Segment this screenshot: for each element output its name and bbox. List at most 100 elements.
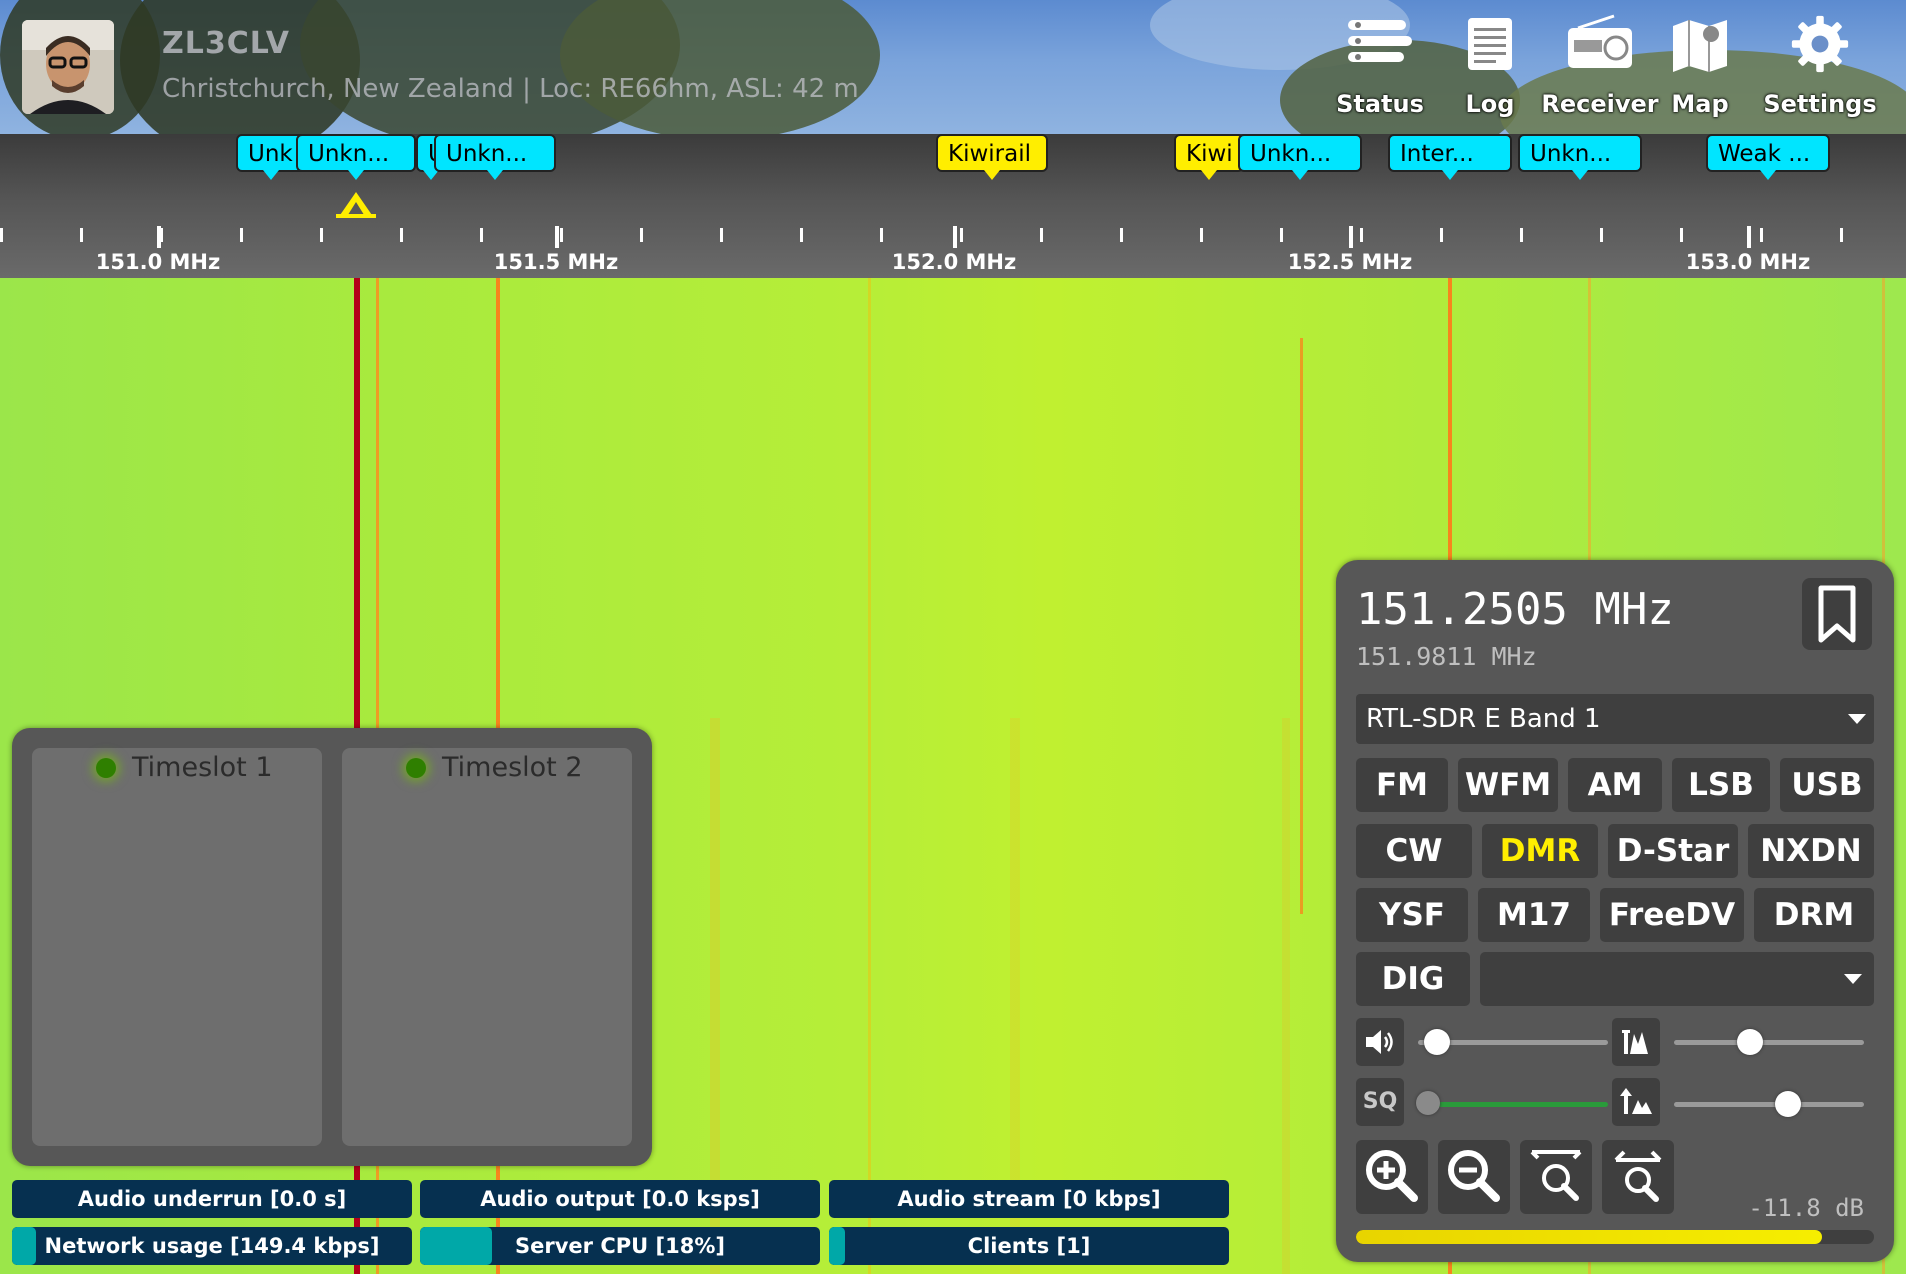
range-slider[interactable] (1674, 1102, 1864, 1107)
status-button[interactable]: Status (1330, 14, 1430, 124)
mode-ysf-button[interactable]: YSF (1356, 888, 1468, 942)
zoom-to-signal-button[interactable] (1520, 1140, 1592, 1214)
radio-icon (1568, 14, 1632, 68)
bookmark[interactable]: Kiwi (1174, 134, 1244, 180)
range-icon (1620, 1088, 1652, 1114)
scale-tick (720, 228, 723, 242)
scale-tick (1760, 228, 1763, 242)
bookmark[interactable]: Unkn... (1238, 134, 1362, 180)
squelch-slider-handle[interactable] (1415, 1091, 1440, 1115)
tree-foliage (560, 0, 880, 134)
timeslot-2-label: Timeslot 2 (442, 752, 583, 783)
bookmark-button[interactable] (1802, 578, 1872, 650)
bookmark[interactable]: Weak ... (1706, 134, 1830, 180)
scale-tick (640, 228, 643, 242)
zoom-reset-button[interactable] (1602, 1140, 1674, 1214)
receiver-panel: 151.2505 MHz 151.9811 MHz RTL-SDR E Band… (1336, 560, 1894, 1262)
bookmark[interactable]: Unkn... (1518, 134, 1642, 180)
mode-dmr-button[interactable]: DMR (1482, 824, 1598, 878)
dmr-panel: Timeslot 1 Timeslot 2 (12, 728, 652, 1166)
range-slider-handle[interactable] (1775, 1091, 1801, 1117)
log-icon (1468, 18, 1512, 70)
receiver-button[interactable]: Receiver (1541, 14, 1659, 124)
status-icon (1348, 20, 1412, 62)
map-button-label: Map (1671, 90, 1729, 118)
network-usage-label: Network usage [149.4 kbps] (44, 1234, 380, 1258)
mode-lsb-button[interactable]: LSB (1672, 758, 1770, 812)
audio-underrun-label: Audio underrun [0.0 s] (77, 1187, 347, 1211)
timeslot-1: Timeslot 1 (32, 748, 322, 1146)
avatar[interactable] (22, 20, 114, 114)
zoom-in-button[interactable] (1356, 1140, 1428, 1214)
range-button[interactable] (1612, 1078, 1660, 1126)
mode-m17-button[interactable]: M17 (1478, 888, 1590, 942)
map-button[interactable]: Map (1660, 14, 1740, 124)
signal-trace (868, 278, 871, 1274)
digital-mode-select[interactable] (1480, 952, 1874, 1006)
audio-output-bar: Audio output [0.0 ksps] (420, 1180, 820, 1218)
squelch-slider[interactable] (1418, 1102, 1608, 1107)
mode-nxdn-button[interactable]: NXDN (1748, 824, 1874, 878)
timeslot-1-label: Timeslot 1 (132, 752, 273, 783)
squelch-button[interactable]: SQ (1356, 1078, 1404, 1126)
bookmark[interactable]: Unkn... (296, 134, 416, 180)
scale-label: 152.0 MHz (891, 250, 1017, 274)
settings-button[interactable]: Settings (1763, 14, 1877, 124)
scale-tick (1680, 228, 1683, 242)
network-usage-bar: Network usage [149.4 kbps] (12, 1227, 412, 1265)
timeslot-2-led-icon (406, 758, 426, 778)
mode-dig-button[interactable]: DIG (1356, 952, 1470, 1006)
volume-slider-handle[interactable] (1424, 1029, 1450, 1055)
waterfall-levels-icon (1622, 1030, 1648, 1054)
mode-drm-button[interactable]: DRM (1754, 888, 1874, 942)
scale-tick (0, 228, 3, 242)
log-button[interactable]: Log (1440, 14, 1540, 124)
scale-tick (1280, 228, 1283, 242)
gear-icon (1791, 15, 1849, 73)
mode-wfm-button[interactable]: WFM (1458, 758, 1558, 812)
tuned-frequency[interactable]: 151.2505 MHz (1356, 584, 1674, 635)
bookmark[interactable]: Kiwirail (936, 134, 1048, 180)
signal-meter (1356, 1230, 1874, 1244)
zoom-fit-icon (1530, 1150, 1582, 1201)
waterfall-slider[interactable] (1674, 1040, 1864, 1045)
scale-tick (960, 228, 963, 242)
map-icon (1673, 20, 1727, 72)
scale-tick (560, 228, 563, 242)
mode-fm-button[interactable]: FM (1356, 758, 1448, 812)
mute-button[interactable] (1356, 1018, 1404, 1066)
chevron-down-icon (1848, 714, 1866, 724)
speaker-icon (1366, 1030, 1393, 1054)
mode-freedv-button[interactable]: FreeDV (1600, 888, 1744, 942)
scale-tick (1600, 228, 1603, 242)
bookmark-icon (1818, 585, 1856, 643)
server-cpu-bar: Server CPU [18%] (420, 1227, 820, 1265)
zoom-out-button[interactable] (1438, 1140, 1510, 1214)
scale-tick (1520, 228, 1523, 242)
mode-cw-button[interactable]: CW (1356, 824, 1472, 878)
signal-trace (1300, 338, 1303, 914)
bookmark[interactable]: Unkn... (434, 134, 556, 180)
profile-select[interactable]: RTL-SDR E Band 1 (1356, 694, 1874, 744)
tuning-marker-icon[interactable] (334, 190, 378, 220)
zoom-out-icon (1448, 1150, 1500, 1202)
scale-tick (1440, 228, 1443, 242)
zoom-reset-icon (1614, 1150, 1662, 1202)
mode-dstar-button[interactable]: D-Star (1608, 824, 1738, 878)
scale-tick (800, 228, 803, 242)
server-cpu-label: Server CPU [18%] (515, 1234, 725, 1258)
bookmark[interactable]: Inter... (1388, 134, 1512, 180)
settings-button-label: Settings (1763, 90, 1877, 118)
scale-label: 152.5 MHz (1287, 250, 1413, 274)
receiver-callsign: ZL3CLV (162, 26, 290, 61)
mode-am-button[interactable]: AM (1568, 758, 1662, 812)
profile-select-value: RTL-SDR E Band 1 (1366, 704, 1601, 734)
scale-tick (320, 228, 323, 242)
scale-tick-major (555, 226, 559, 248)
waterfall-auto-button[interactable] (1612, 1018, 1660, 1066)
scale-tick (880, 228, 883, 242)
mode-usb-button[interactable]: USB (1780, 758, 1874, 812)
scale-label: 151.5 MHz (493, 250, 619, 274)
waterfall-slider-handle[interactable] (1737, 1029, 1763, 1055)
signal-level-readout: -11.8 dB (1748, 1194, 1864, 1222)
